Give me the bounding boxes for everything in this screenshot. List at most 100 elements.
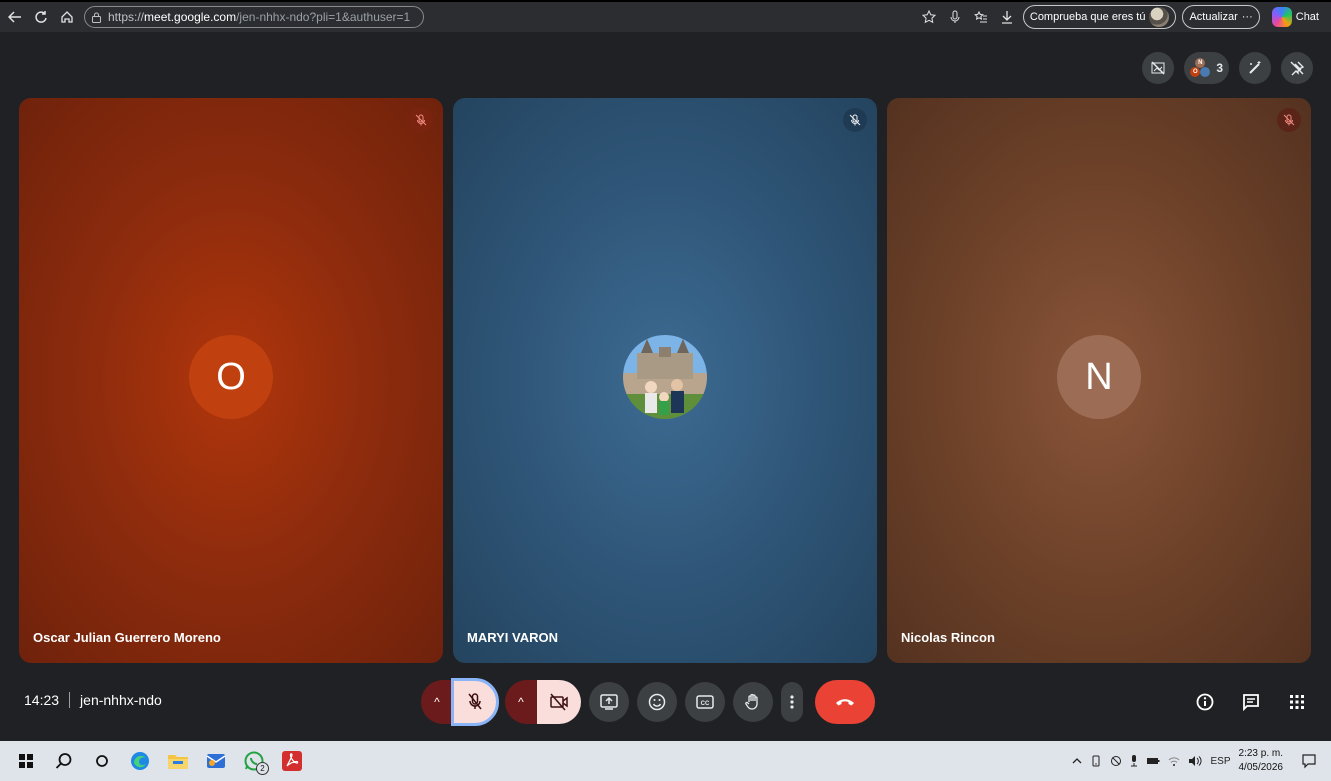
meeting-details-button[interactable] bbox=[1193, 690, 1217, 714]
taskbar-clock[interactable]: 2:23 p. m. 4/05/2026 bbox=[1239, 747, 1284, 775]
update-label: Actualizar bbox=[1189, 11, 1238, 23]
call-controls: ^ ^ CC bbox=[421, 678, 875, 726]
more-dots-icon: ··· bbox=[1241, 11, 1253, 23]
notification-badge: 2 bbox=[256, 762, 269, 775]
mic-muted-icon bbox=[409, 108, 433, 132]
file-explorer-button[interactable] bbox=[162, 745, 194, 777]
url-path: /jen-nhhx-ndo?pli=1&authuser=1 bbox=[236, 10, 411, 24]
edge-taskbar-button[interactable] bbox=[124, 745, 156, 777]
site-info-icon[interactable] bbox=[91, 12, 102, 23]
microphone-icon[interactable] bbox=[945, 7, 965, 27]
volume-icon[interactable] bbox=[1188, 755, 1202, 767]
microphone-tray-icon[interactable] bbox=[1130, 755, 1138, 767]
reload-icon[interactable] bbox=[30, 6, 52, 28]
mic-muted-icon bbox=[843, 108, 867, 132]
participant-avatar: N bbox=[1057, 335, 1141, 419]
camera-off-icon bbox=[549, 693, 569, 711]
closed-captions-icon: CC bbox=[696, 694, 714, 710]
background-off-icon bbox=[1150, 60, 1166, 76]
more-vert-icon bbox=[790, 694, 794, 710]
magic-wand-icon bbox=[1247, 60, 1263, 76]
background-blur-button[interactable] bbox=[1142, 52, 1175, 84]
leave-call-button[interactable] bbox=[815, 680, 875, 724]
toggle-microphone-button[interactable] bbox=[451, 678, 499, 726]
phone-link-icon[interactable] bbox=[1090, 755, 1102, 767]
participant-tile[interactable]: MARYI VARON bbox=[453, 98, 877, 663]
emoji-icon bbox=[648, 693, 666, 711]
chevron-up-icon[interactable] bbox=[1072, 756, 1082, 766]
cortana-circle-icon bbox=[95, 754, 109, 768]
pdf-reader-icon bbox=[281, 750, 303, 772]
address-bar[interactable]: https://meet.google.com/jen-nhhx-ndo?pli… bbox=[84, 6, 424, 28]
side-panel-controls bbox=[1193, 690, 1309, 714]
whatsapp-button[interactable]: 2 bbox=[238, 745, 270, 777]
verify-identity-button[interactable]: Comprueba que eres tú bbox=[1022, 5, 1177, 29]
pin-off-icon bbox=[1289, 60, 1305, 76]
activities-button[interactable] bbox=[1285, 690, 1309, 714]
participant-avatar: O bbox=[189, 335, 273, 419]
participant-photo-avatar bbox=[623, 335, 707, 419]
wifi-icon[interactable] bbox=[1168, 755, 1180, 767]
meeting-time: 14:23 bbox=[24, 692, 60, 708]
acrobat-button[interactable] bbox=[276, 745, 308, 777]
audio-control-group: ^ bbox=[421, 678, 499, 726]
back-icon[interactable] bbox=[4, 6, 26, 28]
present-screen-button[interactable] bbox=[589, 682, 629, 722]
chat-button[interactable] bbox=[1239, 690, 1263, 714]
search-icon bbox=[55, 752, 73, 770]
battery-icon[interactable] bbox=[1146, 756, 1160, 766]
meet-top-controls: N O 3 bbox=[1142, 52, 1313, 84]
video-options-button[interactable]: ^ bbox=[505, 680, 537, 724]
system-tray: ESP 2:23 p. m. 4/05/2026 bbox=[1072, 741, 1317, 781]
hang-up-icon bbox=[835, 697, 855, 707]
meeting-code: jen-nhhx-ndo bbox=[80, 692, 162, 708]
participant-tile[interactable]: O Oscar Julian Guerrero Moreno bbox=[19, 98, 443, 663]
effects-button[interactable] bbox=[1239, 52, 1271, 84]
search-button[interactable] bbox=[48, 745, 80, 777]
home-icon[interactable] bbox=[56, 6, 78, 28]
participant-count: 3 bbox=[1216, 61, 1223, 75]
notifications-icon[interactable] bbox=[1301, 753, 1317, 769]
participants-button[interactable]: N O 3 bbox=[1184, 52, 1229, 84]
clock-time: 2:23 p. m. bbox=[1238, 748, 1283, 759]
clock-date: 4/05/2026 bbox=[1238, 762, 1284, 773]
input-language[interactable]: ESP bbox=[1210, 756, 1230, 767]
apps-grid-icon bbox=[1289, 694, 1305, 710]
cortana-button[interactable] bbox=[86, 745, 118, 777]
meeting-details: 14:23 jen-nhhx-ndo bbox=[24, 692, 162, 708]
url-prefix: https:// bbox=[108, 10, 145, 24]
downloads-icon[interactable] bbox=[997, 7, 1017, 27]
copilot-icon bbox=[1271, 7, 1292, 27]
favorite-star-icon[interactable] bbox=[919, 7, 939, 27]
present-screen-icon bbox=[600, 694, 618, 710]
mic-off-icon bbox=[467, 693, 483, 711]
captions-button[interactable]: CC bbox=[685, 682, 725, 722]
participant-name: Oscar Julian Guerrero Moreno bbox=[33, 630, 221, 645]
svg-text:CC: CC bbox=[701, 701, 710, 707]
favorites-list-icon[interactable] bbox=[971, 7, 991, 27]
chat-icon bbox=[1242, 693, 1260, 711]
audio-options-button[interactable]: ^ bbox=[421, 680, 453, 724]
edge-browser-icon bbox=[129, 750, 151, 772]
camera-blocked-icon[interactable] bbox=[1110, 755, 1122, 767]
profile-avatar bbox=[1149, 7, 1170, 27]
toggle-camera-button[interactable] bbox=[537, 680, 581, 724]
divider bbox=[69, 692, 71, 708]
update-browser-button[interactable]: Actualizar ··· bbox=[1182, 5, 1260, 29]
chevron-up-icon: ^ bbox=[518, 695, 524, 709]
start-button[interactable] bbox=[10, 745, 42, 777]
windows-logo-icon bbox=[19, 754, 33, 768]
unpin-button[interactable] bbox=[1281, 52, 1313, 84]
url-host: meet.google.com bbox=[144, 10, 237, 24]
mail-app-icon bbox=[205, 751, 227, 771]
outlook-button[interactable] bbox=[200, 745, 232, 777]
copilot-chat-button[interactable]: Chat bbox=[1266, 5, 1325, 29]
windows-taskbar: 2 ESP 2:23 p. m. 4/05/2026 bbox=[0, 741, 1331, 781]
raise-hand-button[interactable] bbox=[733, 682, 773, 722]
participant-tile[interactable]: N Nicolas Rincon bbox=[887, 98, 1311, 663]
mic-muted-icon bbox=[1277, 108, 1301, 132]
more-options-button[interactable] bbox=[781, 682, 803, 722]
chevron-up-icon: ^ bbox=[434, 695, 440, 709]
reactions-button[interactable] bbox=[637, 682, 677, 722]
participant-name: Nicolas Rincon bbox=[901, 630, 995, 645]
